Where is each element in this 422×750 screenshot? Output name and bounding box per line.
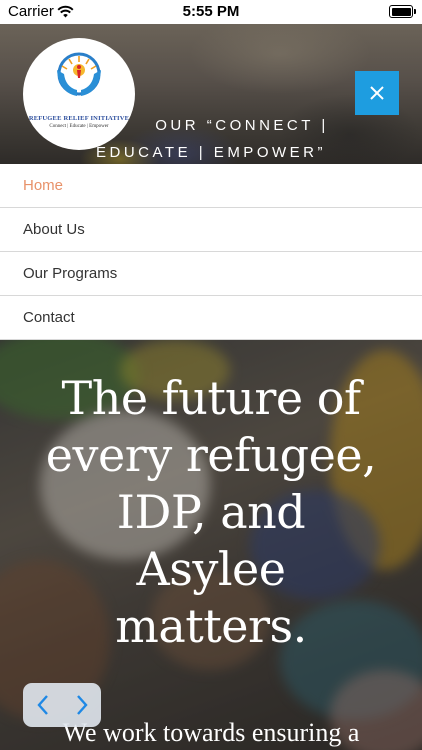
nav-item-our-programs[interactable]: Our Programs (0, 252, 422, 296)
close-menu-button[interactable] (355, 71, 399, 115)
logo[interactable]: REFUGEE RELIEF INITIATIVE Connect | Educ… (23, 38, 135, 150)
hero-title-line: matters. (115, 599, 307, 653)
chevron-left-icon[interactable] (36, 694, 50, 716)
battery-icon (389, 5, 416, 18)
close-icon (369, 85, 385, 101)
nav-menu: Home About Us Our Programs Contact (0, 164, 422, 340)
logo-tagline: Connect | Educate | Empower (49, 124, 109, 129)
status-bar: Carrier 5:55 PM (0, 0, 422, 24)
clock: 5:55 PM (182, 3, 240, 20)
hero-title-line: every refugee, (45, 428, 377, 482)
nav-item-home[interactable]: Home (0, 164, 422, 208)
slider-controls (23, 683, 101, 727)
chevron-right-icon[interactable] (75, 694, 89, 716)
hero-title-line: The future of (61, 371, 361, 425)
hero-title: The future of every refugee, IDP, and As… (0, 370, 422, 655)
hero-title-line: IDP, and (116, 485, 306, 539)
nav-item-about-us[interactable]: About Us (0, 208, 422, 252)
logo-name: REFUGEE RELIEF INITIATIVE (28, 115, 130, 122)
hero-title-line: Asylee (136, 542, 286, 596)
nav-item-contact[interactable]: Contact (0, 296, 422, 340)
